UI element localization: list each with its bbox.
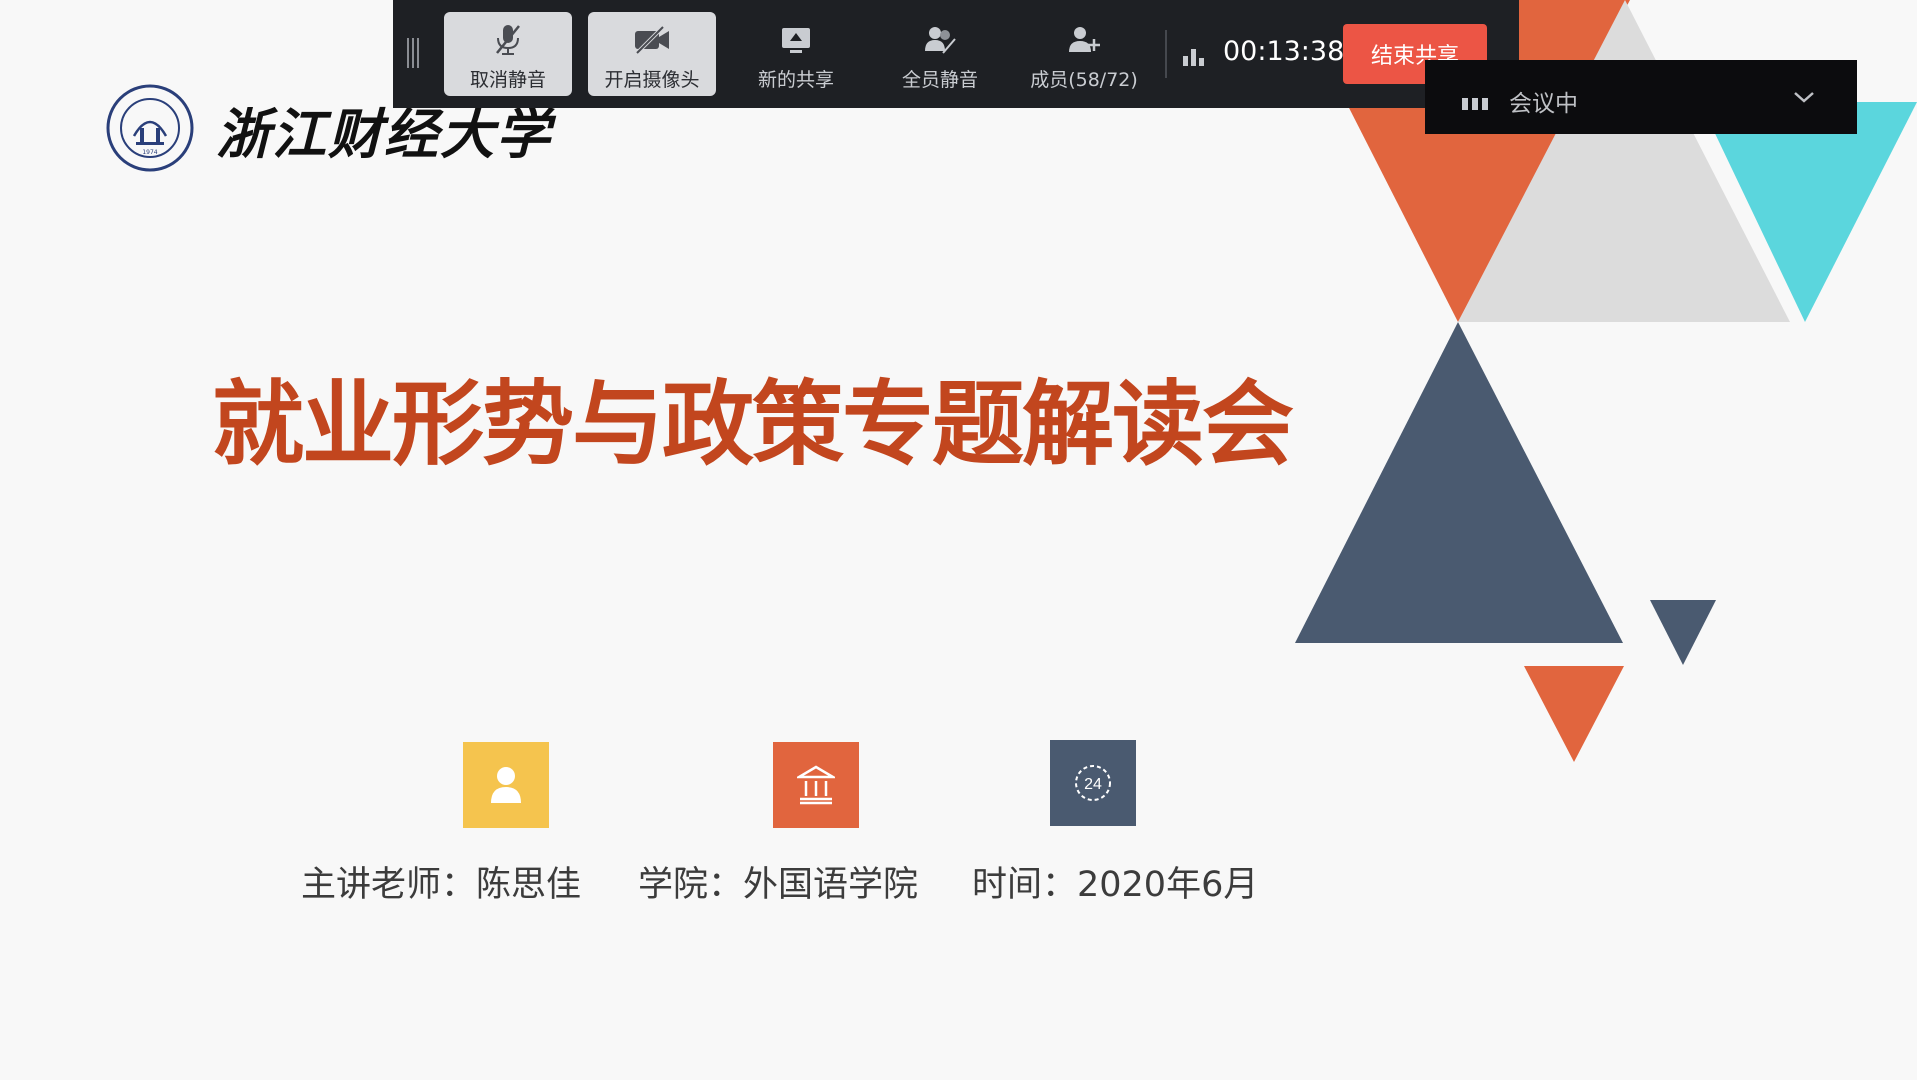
toolbar-divider <box>1165 30 1167 78</box>
svg-text:1974: 1974 <box>142 149 157 156</box>
unmute-button[interactable]: 取消静音 <box>444 12 572 96</box>
person-icon <box>491 767 521 803</box>
time-icon-box: 24 <box>1050 740 1136 826</box>
lecturer-icon-box <box>463 742 549 828</box>
signal-bars-icon <box>1462 98 1488 110</box>
chevron-down-icon[interactable] <box>1791 84 1817 110</box>
start-camera-button[interactable]: 开启摄像头 <box>588 12 716 96</box>
new-share-button[interactable]: 新的共享 <box>732 12 860 96</box>
members-label: 成员(58/72) <box>1030 69 1138 91</box>
university-seal-logo: 1974 <box>106 84 194 172</box>
meeting-status-bar[interactable]: 会议中 <box>1425 60 1857 134</box>
slide-title: 就业形势与政策专题解读会 <box>212 371 1294 478</box>
mute-all-label: 全员静音 <box>901 69 978 91</box>
new-share-label: 新的共享 <box>757 69 834 91</box>
meeting-status-label: 会议中 <box>1509 91 1578 117</box>
signal-strength-icon <box>1183 49 1204 66</box>
clock-24-icon: 24 <box>1075 765 1111 801</box>
orange-triangle-small <box>1524 666 1624 762</box>
college-icon-box <box>773 742 859 828</box>
members-button[interactable]: 成员(58/72) <box>1020 12 1148 96</box>
meeting-toolbar: 取消静音 开启摄像头 新的共享 全员静音 成员(58/72) 00:13:38 … <box>393 0 1519 108</box>
college-label: 学院：外国语学院 <box>638 865 919 905</box>
start-camera-label: 开启摄像头 <box>604 69 700 91</box>
add-member-icon <box>1069 27 1100 52</box>
date-label: 时间：2020年6月 <box>972 865 1259 905</box>
svg-text:24: 24 <box>1084 776 1102 793</box>
microphone-muted-icon <box>496 25 520 55</box>
mute-all-button[interactable]: 全员静音 <box>876 12 1004 96</box>
lecturer-label: 主讲老师：陈思佳 <box>301 865 582 905</box>
unmute-label: 取消静音 <box>469 69 546 91</box>
meeting-timer: 00:13:38 <box>1223 36 1345 67</box>
slate-triangle-large <box>1295 322 1623 643</box>
slate-triangle-small <box>1650 600 1716 665</box>
drag-handle[interactable] <box>407 38 421 68</box>
mute-all-icon <box>925 27 956 54</box>
camera-off-icon <box>635 25 669 55</box>
institution-icon <box>797 765 835 805</box>
screen-share-icon <box>782 28 810 53</box>
